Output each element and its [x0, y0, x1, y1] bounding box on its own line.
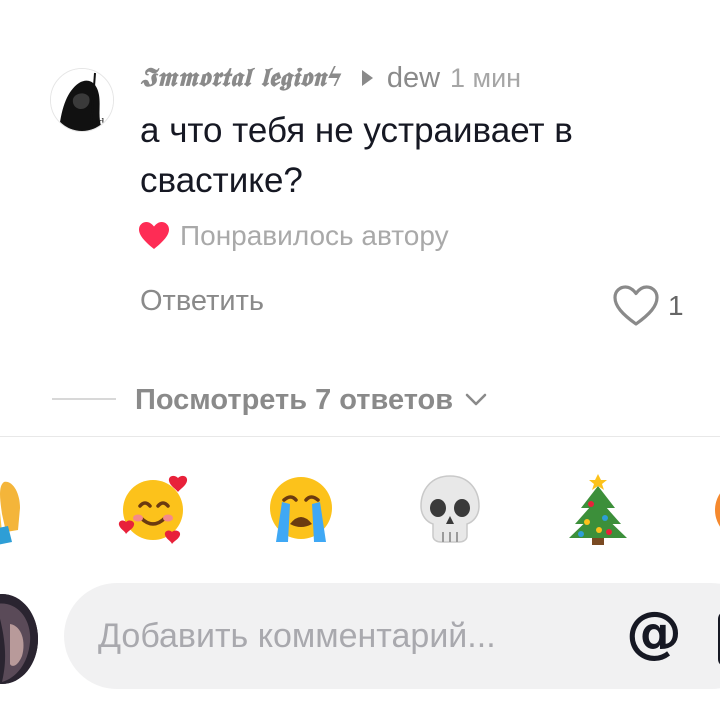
folded-hands-emoji[interactable]: [0, 472, 38, 546]
like-button[interactable]: 1: [612, 283, 684, 329]
comment-timestamp: 1 мин: [450, 62, 522, 93]
hooded-figure-icon: Jd: [51, 69, 113, 131]
reply-target-username[interactable]: dew: [387, 62, 440, 95]
comment-header: 𝕴𝖒𝖒𝖔𝖗𝖙𝖆𝖑 𝖑𝖊𝖌𝖎𝖔𝖓ϟ dew 1 мин: [140, 58, 521, 98]
view-replies-button[interactable]: Посмотреть 7 ответов: [135, 380, 487, 420]
heart-outline-icon: [613, 285, 659, 326]
current-user-avatar[interactable]: [0, 594, 38, 684]
comment-input[interactable]: [98, 583, 598, 689]
liked-by-author-badge: Понравилось автору: [138, 216, 449, 256]
comment-text: а что тебя не устраивает в свастике?: [140, 111, 573, 200]
view-replies-divider: [52, 398, 116, 400]
svg-text:@: @: [626, 603, 682, 663]
partial-emoji-icon: [715, 493, 720, 527]
skull-emoji[interactable]: [413, 472, 487, 546]
commenter-username[interactable]: 𝕴𝖒𝖒𝖔𝖗𝖙𝖆𝖑 𝖑𝖊𝖌𝖎𝖔𝖓ϟ: [140, 63, 344, 94]
loudly-crying-face-emoji[interactable]: [264, 472, 338, 546]
smiling-face-with-hearts-emoji[interactable]: [116, 472, 190, 546]
view-replies-label: Посмотреть 7 ответов: [135, 383, 454, 416]
reply-button[interactable]: Ответить: [140, 285, 264, 318]
partial-emoji[interactable]: [708, 472, 720, 546]
comment-panel: Jd 𝕴𝖒𝖒𝖔𝖗𝖙𝖆𝖑 𝖑𝖊𝖌𝖎𝖔𝖓ϟ dew 1 мин а что тебя…: [0, 0, 720, 720]
folded-hands-icon: [0, 481, 20, 545]
svg-text:Jd: Jd: [94, 118, 105, 128]
christmas-tree-emoji[interactable]: [561, 472, 635, 546]
section-divider: [0, 436, 720, 437]
reply-arrow-icon: [361, 70, 373, 86]
like-count: 1: [668, 290, 684, 321]
heart-filled-icon: [139, 222, 169, 249]
chevron-down-icon: [465, 393, 487, 406]
loudly-crying-face-icon: [270, 477, 332, 542]
mention-at-icon[interactable]: @: [624, 603, 684, 663]
user-photo-icon: [0, 594, 38, 684]
skull-icon: [420, 475, 480, 543]
christmas-tree-icon: [569, 474, 627, 545]
smiling-face-with-hearts-icon: [118, 475, 188, 544]
comment-input-bar: @: [64, 583, 720, 689]
liked-by-author-label: Понравилось автору: [180, 220, 449, 251]
commenter-avatar[interactable]: Jd: [50, 68, 114, 132]
